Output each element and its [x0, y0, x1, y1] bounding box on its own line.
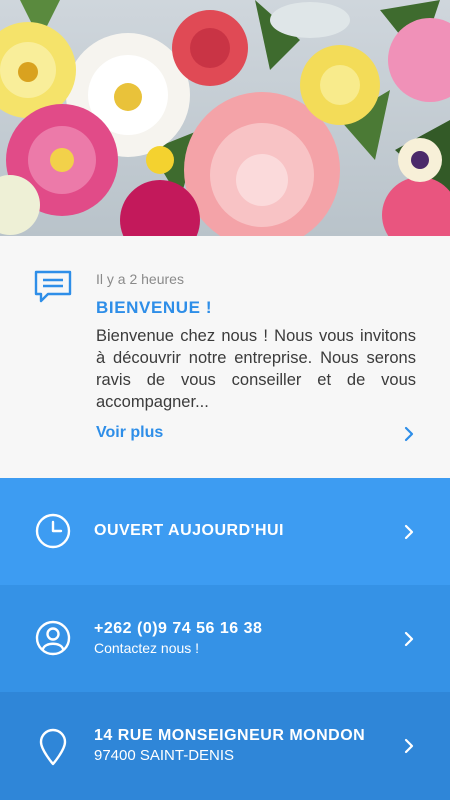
user-icon: [35, 620, 71, 661]
message-body: Bienvenue chez nous ! Nous vous invitons…: [96, 327, 416, 411]
chevron-right-icon[interactable]: [402, 426, 416, 447]
hero-flowers-image: [0, 0, 450, 236]
clock-icon: [35, 513, 71, 554]
phone-number: +262 (0)9 74 56 16 38: [94, 620, 263, 637]
chevron-right-icon: [403, 524, 415, 545]
message-title: BIENVENUE !: [96, 298, 213, 317]
chat-message-icon: [34, 270, 72, 309]
address-city: 97400 SAINT-DENIS: [94, 747, 235, 764]
location-pin-icon: [38, 728, 68, 771]
address-street: 14 RUE MONSEIGNEUR MONDON: [94, 727, 366, 744]
phone-row[interactable]: +262 (0)9 74 56 16 38 Contactez nous !: [0, 585, 450, 692]
opening-hours-row[interactable]: OUVERT AUJOURD'HUI: [0, 478, 450, 585]
chevron-right-icon: [403, 738, 415, 759]
message-timestamp: Il y a 2 heures: [96, 271, 184, 287]
message-card: Il y a 2 heures BIENVENUE ! Bienvenue ch…: [0, 236, 450, 478]
chevron-right-icon: [403, 631, 415, 652]
contact-subtitle: Contactez nous !: [94, 640, 200, 656]
voir-plus-link[interactable]: Voir plus: [96, 422, 163, 444]
opening-hours-label: OUVERT AUJOURD'HUI: [94, 522, 284, 539]
address-row[interactable]: 14 RUE MONSEIGNEUR MONDON 97400 SAINT-DE…: [0, 692, 450, 800]
